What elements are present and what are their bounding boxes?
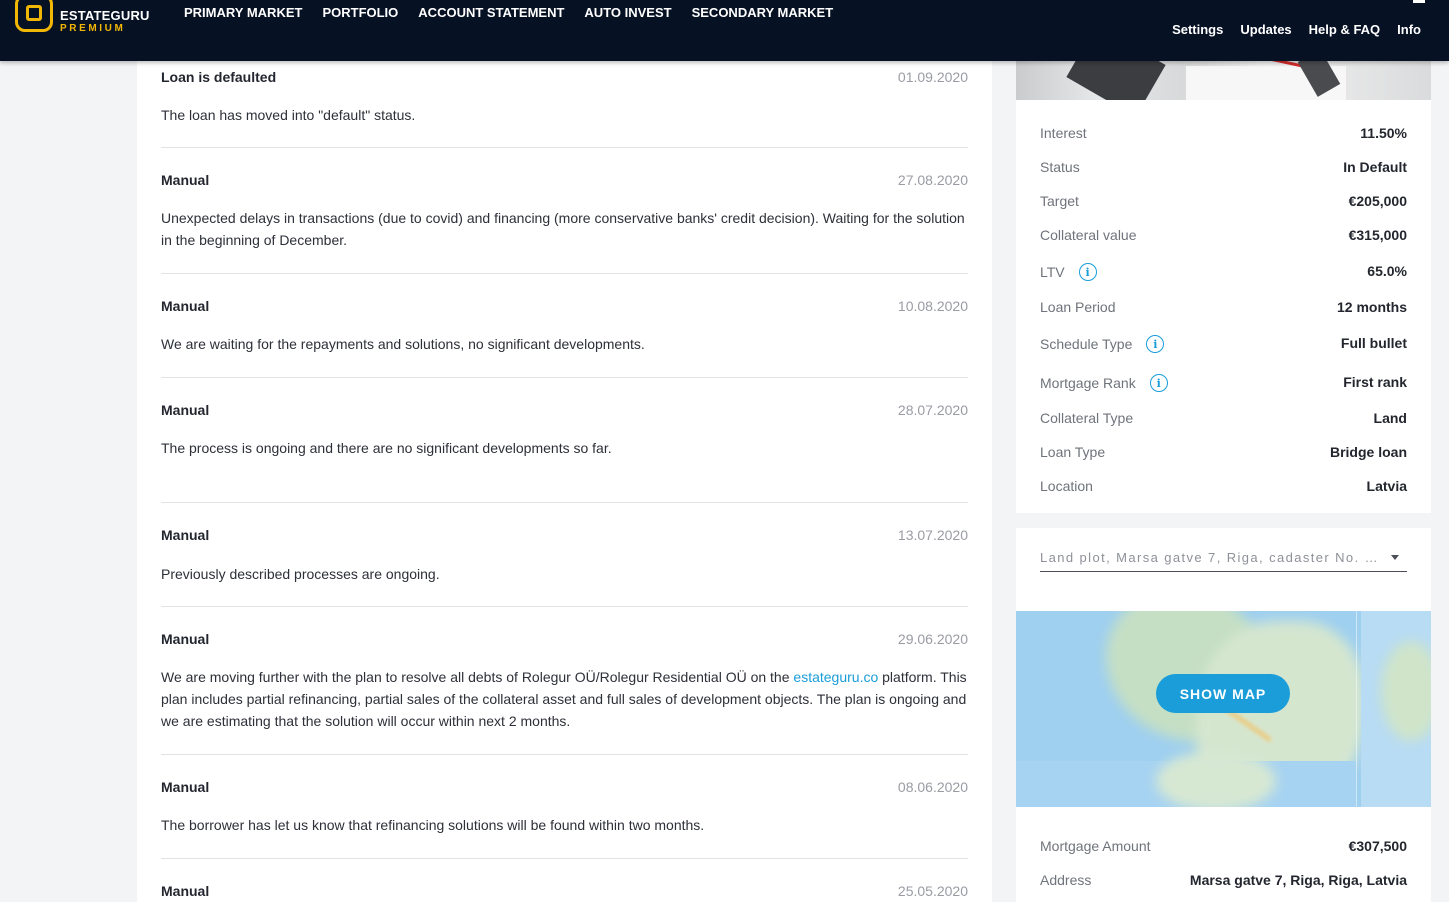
detail-label: Status xyxy=(1040,159,1080,175)
update-date: 27.08.2020 xyxy=(897,172,968,188)
update-divider xyxy=(161,273,968,274)
detail-label: Mortgage Rank i xyxy=(1040,374,1168,392)
update-date: 13.07.2020 xyxy=(897,527,968,543)
detail-label: Loan Period xyxy=(1040,299,1116,315)
update-date: 29.06.2020 xyxy=(897,631,968,647)
update-date: 25.05.2020 xyxy=(897,883,968,899)
update-divider xyxy=(161,502,968,503)
info-icon[interactable]: i xyxy=(1149,374,1168,392)
detail-row-location: Location Latvia xyxy=(1040,478,1407,498)
nav-auto-invest[interactable]: AUTO INVEST xyxy=(584,5,671,20)
property-photo[interactable] xyxy=(1016,61,1431,100)
detail-row-mortgage-amount: Mortgage Amount €307,500 xyxy=(1040,838,1407,858)
detail-row-address: Address Marsa gatve 7, Riga, Riga, Latvi… xyxy=(1040,872,1407,892)
update-text: We are moving further with the plan to r… xyxy=(161,669,967,729)
top-navigation-bar: ESTATEGURU PREMIUM PRIMARY MARKET PORTFO… xyxy=(0,0,1449,61)
nav-info[interactable]: Info xyxy=(1397,22,1421,37)
detail-row-status: Status In Default xyxy=(1040,159,1407,179)
update-date: 08.06.2020 xyxy=(897,779,968,795)
collateral-select-value: Land plot, Marsa gatve 7, Riga, cadaster… xyxy=(1040,550,1380,565)
detail-row-schedule-type: Schedule Type i Full bullet xyxy=(1040,335,1407,355)
detail-value: First rank xyxy=(1343,374,1407,390)
detail-value: €205,000 xyxy=(1348,193,1407,209)
update-text: The borrower has let us know that refina… xyxy=(161,817,705,833)
loan-updates-card: Loan is defaulted 01.09.2020 The loan ha… xyxy=(137,61,992,902)
detail-value: Latvia xyxy=(1366,478,1407,494)
update-divider xyxy=(161,754,968,755)
caret-down-icon xyxy=(1391,555,1399,560)
detail-label: Location xyxy=(1040,478,1093,494)
detail-row-interest: Interest 11.50% xyxy=(1040,125,1407,145)
detail-row-collateral-type: Collateral Type Land xyxy=(1040,410,1407,430)
detail-row-ltv: LTV i 65.0% xyxy=(1040,263,1407,283)
detail-value: Land xyxy=(1373,410,1407,426)
update-title: Manual xyxy=(161,172,210,188)
detail-value: €307,500 xyxy=(1348,838,1407,854)
update-text: Previously described processes are ongoi… xyxy=(161,566,440,582)
detail-label: Target xyxy=(1040,193,1079,209)
detail-label: Mortgage Amount xyxy=(1040,838,1151,854)
collateral-map-card: Land plot, Marsa gatve 7, Riga, cadaster… xyxy=(1016,528,1431,902)
show-map-button[interactable]: SHOW MAP xyxy=(1156,674,1290,713)
profile-edge xyxy=(1413,0,1425,3)
update-divider xyxy=(161,147,968,148)
nav-portfolio[interactable]: PORTFOLIO xyxy=(322,5,398,20)
update-text: The process is ongoing and there are no … xyxy=(161,440,612,456)
update-title: Manual xyxy=(161,298,210,314)
nav-primary-market[interactable]: PRIMARY MARKET xyxy=(184,5,302,20)
detail-row-loan-period: Loan Period 12 months xyxy=(1040,299,1407,319)
detail-row-mortgage-rank: Mortgage Rank i First rank xyxy=(1040,374,1407,394)
detail-label: Loan Type xyxy=(1040,444,1106,460)
detail-value: 12 months xyxy=(1336,299,1407,315)
nav-settings[interactable]: Settings xyxy=(1172,22,1223,37)
detail-row-target: Target €205,000 xyxy=(1040,193,1407,213)
nav-help-faq[interactable]: Help & FAQ xyxy=(1309,22,1381,37)
detail-value: €315,000 xyxy=(1348,227,1407,243)
loan-details-card: Interest 11.50% Status In Default Target… xyxy=(1016,100,1431,513)
update-date: 28.07.2020 xyxy=(897,402,968,418)
update-date: 01.09.2020 xyxy=(897,69,968,85)
main-nav: PRIMARY MARKET PORTFOLIO ACCOUNT STATEME… xyxy=(184,5,833,20)
detail-label: Address xyxy=(1040,872,1092,888)
detail-value: Bridge loan xyxy=(1329,444,1407,460)
update-title: Manual xyxy=(161,779,210,795)
detail-row-collateral-value: Collateral value €315,000 xyxy=(1040,227,1407,247)
detail-value: Full bullet xyxy=(1340,335,1407,351)
nav-secondary-market[interactable]: SECONDARY MARKET xyxy=(692,5,834,20)
update-text: We are waiting for the repayments and so… xyxy=(161,336,645,352)
update-divider xyxy=(161,377,968,378)
update-date: 10.08.2020 xyxy=(897,298,968,314)
update-text: Unexpected delays in transactions (due t… xyxy=(161,210,965,248)
update-title: Manual xyxy=(161,402,210,418)
utility-nav: Settings Updates Help & FAQ Info xyxy=(1172,22,1421,37)
detail-label: Collateral value xyxy=(1040,227,1137,243)
map-preview[interactable]: SHOW MAP xyxy=(1016,611,1431,807)
update-title: Manual xyxy=(161,527,210,543)
nav-updates[interactable]: Updates xyxy=(1240,22,1291,37)
detail-label: LTV i xyxy=(1040,263,1097,281)
brand-tier: PREMIUM xyxy=(60,23,126,34)
update-text: The loan has moved into "default" status… xyxy=(161,107,416,123)
info-icon[interactable]: i xyxy=(1146,335,1165,353)
detail-label: Schedule Type i xyxy=(1040,335,1165,353)
detail-value: Marsa gatve 7, Riga, Riga, Latvia xyxy=(1189,872,1407,888)
update-title: Manual xyxy=(161,883,210,899)
detail-value: 65.0% xyxy=(1367,263,1407,279)
estateguru-logo-icon[interactable] xyxy=(15,0,53,32)
update-divider xyxy=(161,858,968,859)
update-title: Loan is defaulted xyxy=(161,69,277,85)
detail-label: Interest xyxy=(1040,125,1087,141)
brand-name[interactable]: ESTATEGURU xyxy=(60,8,150,23)
collateral-select[interactable]: Land plot, Marsa gatve 7, Riga, cadaster… xyxy=(1040,548,1407,572)
detail-label: Collateral Type xyxy=(1040,410,1134,426)
detail-value: 11.50% xyxy=(1360,125,1407,141)
estateguru-link[interactable]: estateguru.co xyxy=(793,669,878,685)
update-title: Manual xyxy=(161,631,210,647)
nav-account-statement[interactable]: ACCOUNT STATEMENT xyxy=(418,5,564,20)
detail-row-loan-type: Loan Type Bridge loan xyxy=(1040,444,1407,464)
update-divider xyxy=(161,606,968,607)
detail-value: In Default xyxy=(1343,159,1407,175)
info-icon[interactable]: i xyxy=(1078,263,1097,281)
